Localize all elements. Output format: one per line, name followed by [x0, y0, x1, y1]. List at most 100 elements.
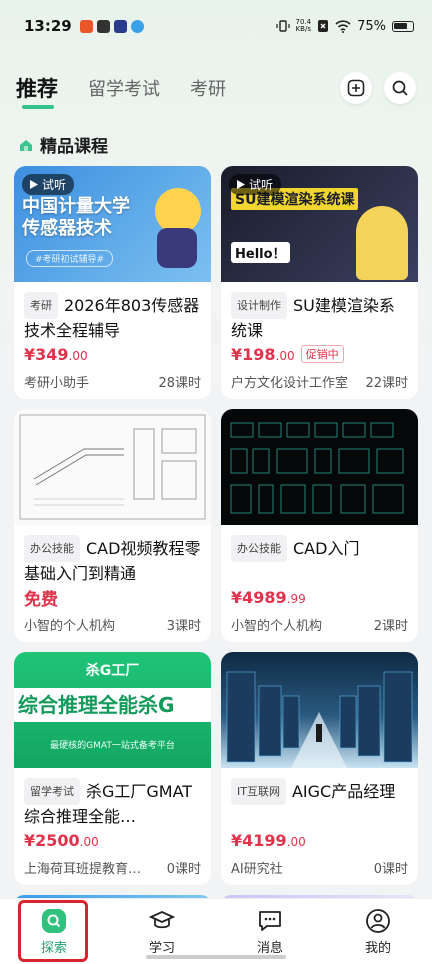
lesson-count: 3课时 [166, 619, 201, 634]
add-button[interactable] [340, 72, 372, 104]
search-icon [392, 80, 408, 96]
trial-badge: 试听 [22, 174, 75, 195]
price: ¥2500.00 [24, 831, 99, 850]
price-row: ¥4989.99 [231, 585, 408, 609]
seller-name: 户方文化设计工作室 [231, 376, 349, 391]
card-meta: 考研小助手 28课时 [24, 372, 201, 391]
price-row: ¥198.00 促销中 [231, 342, 408, 366]
course-card[interactable]: 中国计量大学 传感器技术 #考研初试辅导# 试听 考研 2026年803传感器技术… [14, 166, 211, 399]
lesson-count: 28课时 [158, 376, 201, 391]
nav-profile[interactable]: 我的 [343, 908, 413, 956]
card-meta: 上海荷耳班提教育… 0课时 [24, 858, 201, 877]
cad-drawing-image [19, 414, 206, 520]
nav-label: 探索 [40, 940, 67, 956]
illustration [157, 228, 197, 268]
course-card[interactable]: 办公技能 CAD入门 ¥4989.99 小智的个人机构 2课时 [221, 409, 418, 642]
category-tag: 办公技能 [231, 535, 287, 562]
top-tabs: 推荐 留学考试 考研 [0, 66, 432, 110]
category-tag: 设计制作 [231, 292, 287, 319]
card-body: 办公技能 CAD视频教程零基础入门到精通 免费 小智的个人机构 3课时 [14, 525, 211, 634]
course-card[interactable]: SU建模渲染系统课 Hello！ 试听 设计制作 SU建模渲染系统课 ¥198.0… [221, 166, 418, 399]
server-room-image [226, 671, 413, 768]
price-decimal: .00 [275, 348, 295, 363]
section-header: 精品课程 [18, 132, 108, 157]
home-indicator [146, 955, 286, 959]
price-main: ¥4989 [231, 587, 287, 607]
vibrate-icon [275, 20, 290, 32]
course-title: 办公技能 CAD入门 [231, 535, 408, 581]
card-meta: AI研究社 0课时 [231, 858, 408, 877]
course-title: 设计制作 SU建模渲染系统课 [231, 292, 408, 338]
nav-study[interactable]: 学习 [127, 908, 197, 956]
app-notification-icon [113, 19, 127, 33]
course-card[interactable]: IT互联网 AIGC产品经理 ¥4199.00 AI研究社 0课时 [221, 652, 418, 885]
tab-postgraduate-exam[interactable]: 考研 [190, 75, 226, 101]
price-main: ¥198 [231, 344, 276, 364]
course-thumbnail [221, 652, 418, 768]
tab-study-abroad-exam[interactable]: 留学考试 [88, 75, 160, 101]
trial-badge: 试听 [229, 174, 282, 195]
section-title: 精品课程 [40, 137, 108, 157]
category-tag: 办公技能 [24, 535, 80, 562]
card-body: 办公技能 CAD入门 ¥4989.99 小智的个人机构 2课时 [221, 525, 418, 634]
wifi-icon [335, 19, 351, 33]
nav-messages[interactable]: 消息 [235, 908, 305, 956]
course-title: 留学考试 杀G工厂GMAT综合推理全能… [24, 778, 201, 824]
price-row: ¥4199.00 [231, 828, 408, 852]
course-thumbnail [221, 409, 418, 525]
course-thumbnail: 杀G工厂 综合推理全能杀G 最硬核的GMAT一站式备考平台 [14, 652, 211, 768]
battery-icon [392, 20, 414, 32]
thumbnail-text: 杀G工厂 [85, 663, 140, 679]
thumbnail-text: 综合推理全能杀G [14, 688, 211, 722]
price-decimal: .00 [286, 834, 306, 849]
course-title: IT互联网 AIGC产品经理 [231, 778, 408, 824]
price-row: 免费 [24, 585, 201, 610]
card-body: 设计制作 SU建模渲染系统课 ¥198.00 促销中 户方文化设计工作室 22课时 [221, 282, 418, 391]
search-button[interactable] [384, 72, 416, 104]
course-card[interactable]: 办公技能 CAD视频教程零基础入门到精通 免费 小智的个人机构 3课时 [14, 409, 211, 642]
lesson-count: 0课时 [373, 862, 408, 877]
trial-label: 试听 [42, 178, 67, 192]
status-bar: 13:29 70.4 KB/s 75% [0, 0, 432, 52]
explore-icon [41, 908, 67, 934]
seller-name: AI研究社 [231, 862, 283, 877]
app-notification-icon [79, 19, 93, 33]
seller-name: 小智的个人机构 [231, 619, 323, 634]
price: ¥4989.99 [231, 588, 306, 607]
tab-recommend[interactable]: 推荐 [16, 73, 58, 109]
trial-label: 试听 [249, 178, 274, 192]
promo-badge: 促销中 [300, 345, 344, 363]
network-speed: 70.4 KB/s [296, 19, 312, 33]
nav-label: 学习 [148, 940, 175, 956]
course-title-text: AIGC产品经理 [291, 782, 396, 801]
category-tag: IT互联网 [231, 778, 286, 805]
price-row: ¥349.00 [24, 342, 201, 366]
clock: 13:29 [24, 17, 72, 35]
category-tag: 留学考试 [24, 778, 80, 805]
card-body: 留学考试 杀G工厂GMAT综合推理全能… ¥2500.00 上海荷耳班提教育… 0… [14, 768, 211, 877]
nav-label: 我的 [364, 940, 391, 956]
plus-square-icon [347, 79, 365, 97]
price-main: ¥4199 [231, 830, 287, 850]
illustration [356, 206, 408, 280]
price: ¥349.00 [24, 345, 88, 364]
chat-bubble-icon [257, 908, 283, 934]
course-title-text: CAD入门 [293, 539, 360, 558]
price-decimal: .99 [286, 591, 306, 606]
card-meta: 小智的个人机构 2课时 [231, 615, 408, 634]
nav-label: 消息 [256, 940, 283, 956]
course-thumbnail: 中国计量大学 传感器技术 #考研初试辅导# 试听 [14, 166, 211, 282]
speed-unit: KB/s [295, 25, 311, 33]
course-thumbnail: SU建模渲染系统课 Hello！ 试听 [221, 166, 418, 282]
lesson-count: 2课时 [373, 619, 408, 634]
thumbnail-text: 传感器技术 [22, 218, 112, 239]
cad-blocks-image [230, 422, 404, 514]
course-title: 考研 2026年803传感器技术全程辅导 [24, 292, 201, 338]
nav-explore[interactable]: 探索 [19, 908, 89, 956]
price-decimal: .00 [79, 834, 99, 849]
price-free: 免费 [24, 589, 58, 610]
sim-icon [318, 20, 329, 32]
thumbnail-text: 最硬核的GMAT一站式备考平台 [50, 741, 175, 751]
card-meta: 户方文化设计工作室 22课时 [231, 372, 408, 391]
course-card[interactable]: 杀G工厂 综合推理全能杀G 最硬核的GMAT一站式备考平台 留学考试 杀G工厂GM… [14, 652, 211, 885]
